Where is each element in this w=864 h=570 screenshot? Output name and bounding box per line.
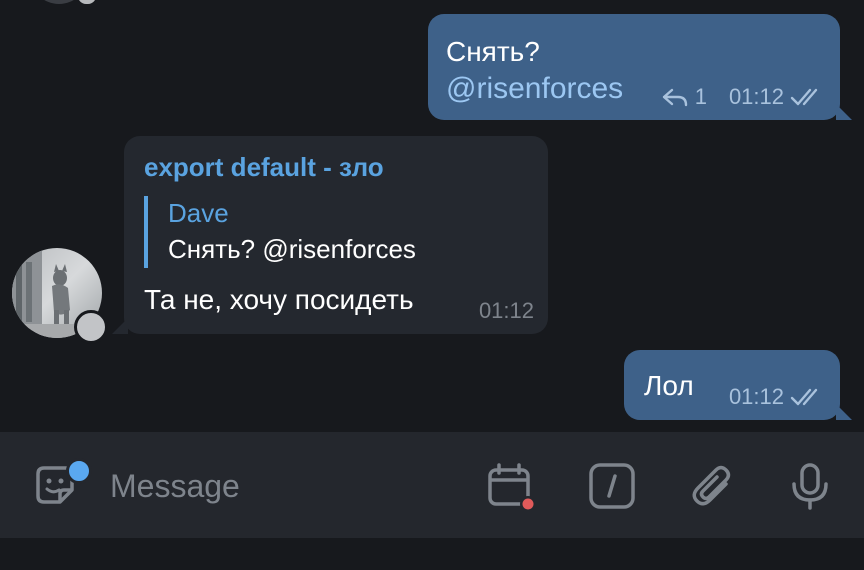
message-text: Лол [644, 370, 694, 401]
message-text: Та не, хочу посидеть [144, 284, 414, 315]
attach-icon[interactable] [690, 462, 738, 510]
chat-screen: Снять? @risenforces 1 01:12 export defau… [0, 0, 864, 570]
online-status-badge [74, 310, 108, 344]
avatar-partial-badge [78, 0, 96, 4]
bot-commands-icon[interactable] [588, 462, 636, 510]
message-time: 01:12 [728, 84, 784, 109]
reply-count[interactable]: 1 [695, 84, 707, 110]
schedule-calendar-icon[interactable] [486, 462, 534, 510]
double-check-icon [790, 88, 818, 106]
message-meta: 01:12 [729, 384, 826, 410]
incoming-message[interactable]: export default - зло Dave Снять? @risenf… [124, 136, 548, 334]
outgoing-message[interactable]: Лол 01:12 [624, 350, 840, 420]
outgoing-message[interactable]: Снять? @risenforces 1 01:12 [428, 14, 840, 120]
message-time: 01:12 [728, 384, 784, 409]
mention-link[interactable]: @risenforces [446, 72, 623, 106]
reply-quote[interactable]: Dave Снять? @risenforces [144, 196, 416, 268]
navigation-bar [0, 538, 864, 570]
microphone-icon[interactable] [786, 462, 834, 510]
quote-author: Dave [168, 198, 229, 228]
quote-text: Снять? @risenforces [168, 234, 416, 264]
reply-icon[interactable] [661, 86, 689, 108]
sender-name[interactable]: export default - зло [144, 152, 384, 183]
message-text: Снять? [446, 36, 540, 67]
sticker-notification-dot [66, 458, 92, 484]
message-input[interactable]: Message [110, 468, 240, 505]
message-time: 01:12 [478, 298, 534, 323]
double-check-icon [790, 388, 818, 406]
message-meta: 1 01:12 [661, 84, 826, 110]
